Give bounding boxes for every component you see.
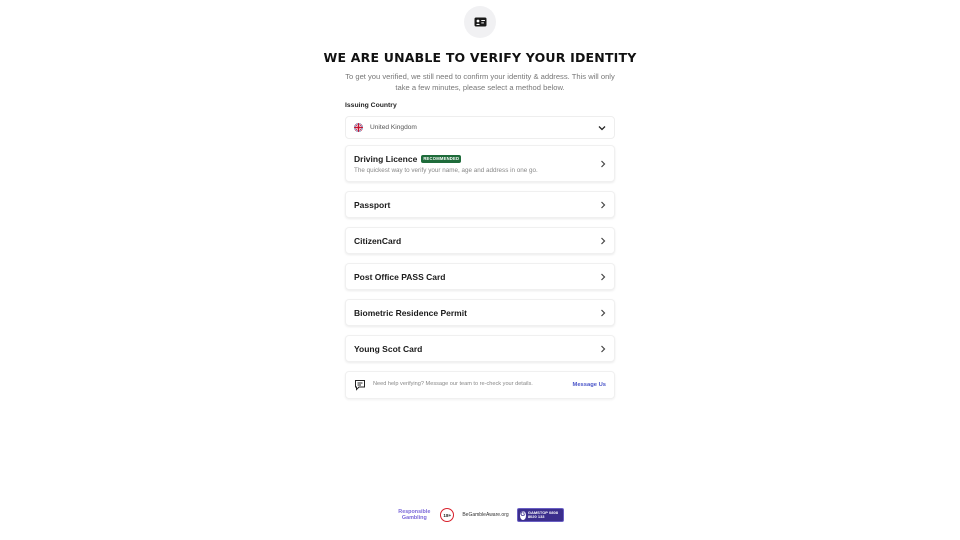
method-citizencard[interactable]: CitizenCard xyxy=(345,227,615,254)
method-label: Driving Licence xyxy=(354,153,418,164)
method-driving-licence[interactable]: Driving Licence RECOMMENDED The quickest… xyxy=(345,145,615,182)
uk-flag-icon xyxy=(354,123,363,132)
recommended-badge: RECOMMENDED xyxy=(421,154,462,163)
page-title: WE ARE UNABLE TO VERIFY YOUR IDENTITY xyxy=(323,50,637,65)
gamstop-text: GAMSTOP 0808 8020 133 xyxy=(527,509,558,519)
country-value: United Kingdom xyxy=(370,124,417,131)
gamstop-g-icon: G xyxy=(519,510,526,520)
chevron-right-icon xyxy=(601,201,606,208)
begambleaware-logo[interactable]: BeGambleAware.org xyxy=(462,512,508,518)
id-card-icon xyxy=(464,6,496,38)
chevron-right-icon xyxy=(601,273,606,280)
chevron-right-icon xyxy=(601,309,606,316)
footer-logos: Responsible Gambling 18+ BeGambleAware.o… xyxy=(0,508,960,522)
method-label: Young Scot Card xyxy=(354,343,423,354)
method-label: CitizenCard xyxy=(354,235,402,246)
issuing-country-select[interactable]: United Kingdom xyxy=(345,116,615,139)
page-subtitle: To get you verified, we still need to co… xyxy=(345,72,615,92)
chat-icon xyxy=(355,380,365,391)
method-biometric-residence-permit[interactable]: Biometric Residence Permit xyxy=(345,299,615,326)
chevron-down-icon xyxy=(598,125,606,130)
verification-methods: Driving Licence RECOMMENDED The quickest… xyxy=(345,145,615,371)
age-restriction-badge: 18+ xyxy=(440,508,455,522)
responsible-gambling-logo[interactable]: Responsible Gambling xyxy=(396,509,432,522)
method-young-scot-card[interactable]: Young Scot Card xyxy=(345,335,615,362)
help-panel: Need help verifying? Message our team to… xyxy=(345,371,615,399)
chevron-right-icon xyxy=(601,237,606,244)
chevron-right-icon xyxy=(601,160,606,167)
method-label: Passport xyxy=(354,199,391,210)
gamstop-logo[interactable]: G GAMSTOP 0808 8020 133 xyxy=(516,508,564,522)
help-text: Need help verifying? Message our team to… xyxy=(373,381,533,388)
chevron-right-icon xyxy=(601,345,606,352)
issuing-country-label: Issuing Country xyxy=(345,102,397,109)
method-label: Post Office PASS Card xyxy=(354,271,446,282)
method-passport[interactable]: Passport xyxy=(345,191,615,218)
method-label: Biometric Residence Permit xyxy=(354,307,467,318)
method-post-office-pass-card[interactable]: Post Office PASS Card xyxy=(345,263,615,290)
method-description: The quickest way to verify your name, ag… xyxy=(354,166,538,174)
message-us-link[interactable]: Message Us xyxy=(572,382,606,388)
